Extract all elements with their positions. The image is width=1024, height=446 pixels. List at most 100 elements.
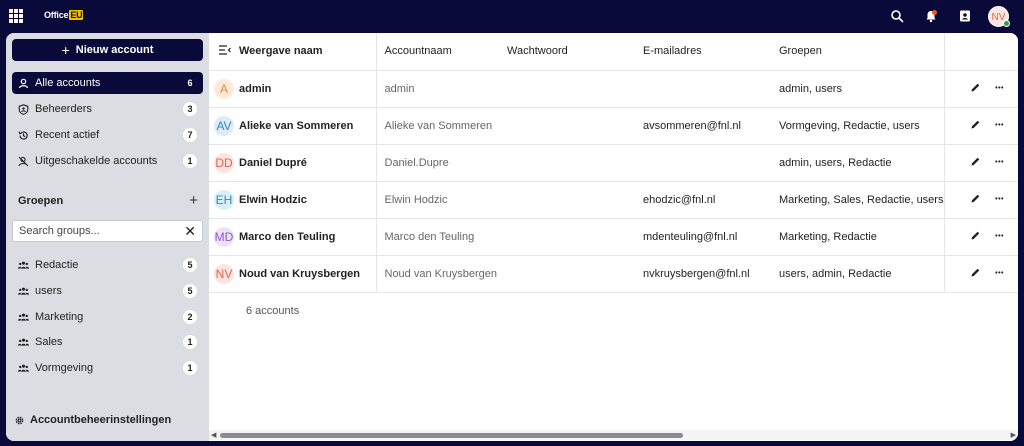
cell-account-name: Marco den Teuling: [376, 218, 507, 256]
more-options-icon[interactable]: •••: [995, 270, 1004, 277]
cell-account-name: Noud van Kruysbergen: [376, 255, 507, 293]
group-item-redactie[interactable]: Redactie 5: [12, 254, 203, 276]
notification-dot: [932, 10, 937, 15]
user-avatar[interactable]: NV: [988, 6, 1010, 27]
cell-email: [643, 144, 779, 182]
table-row[interactable]: MD Marco den Teuling Marco den Teuling mden…: [209, 218, 1018, 256]
column-header-display-name[interactable]: Weergave naam: [239, 33, 377, 71]
scroll-left-icon[interactable]: ◀: [211, 431, 216, 439]
more-options-icon[interactable]: •••: [995, 122, 1004, 129]
edit-pencil-icon[interactable]: [970, 230, 981, 244]
close-icon[interactable]: ✕: [184, 224, 196, 238]
avatar: EH: [214, 189, 234, 210]
table-row[interactable]: AV Alieke van Sommeren Alieke van Sommeren…: [209, 107, 1018, 145]
apps-grid-icon[interactable]: [9, 9, 23, 23]
cell-display-name: Noud van Kruysbergen: [239, 255, 377, 293]
plus-icon: +: [61, 42, 70, 58]
group-item-vormgeving[interactable]: Vormgeving 1: [12, 357, 203, 379]
add-group-icon[interactable]: +: [189, 193, 198, 208]
cell-email: mdenteuling@fnl.nl: [643, 218, 779, 256]
avatar: DD: [214, 152, 234, 173]
cell-groups: Vormgeving, Redactie, users: [779, 107, 945, 145]
cell-account-name: admin: [376, 70, 507, 108]
cell-groups: Marketing, Redactie: [779, 218, 945, 256]
cell-display-name: Elwin Hodzic: [239, 181, 377, 219]
account-settings-link[interactable]: Accountbeheerinstellingen: [14, 414, 171, 426]
scroll-right-icon[interactable]: ▶: [1011, 431, 1016, 439]
nav-admins[interactable]: Beheerders 3: [12, 98, 203, 120]
edit-pencil-icon[interactable]: [970, 267, 981, 281]
nav-recent-active[interactable]: Recent actief 7: [12, 124, 203, 146]
count-badge: 3: [183, 102, 197, 116]
column-header-actions: [944, 33, 1018, 71]
groups-header: Groepen +: [18, 193, 198, 208]
accounts-count: 6 accounts: [246, 305, 300, 317]
search-icon[interactable]: [890, 9, 904, 23]
cell-display-name: Marco den Teuling: [239, 218, 377, 256]
cell-password: [507, 144, 643, 182]
more-options-icon[interactable]: •••: [995, 196, 1004, 203]
nav-disabled-accounts[interactable]: Uitgeschakelde accounts 1: [12, 150, 203, 172]
column-header-account-name[interactable]: Accountnaam: [376, 33, 507, 71]
count-badge: 2: [183, 310, 197, 324]
gear-icon: [15, 416, 24, 424]
column-header-email[interactable]: E-mailadres: [643, 33, 779, 71]
group-item-sales[interactable]: Sales 1: [12, 331, 203, 353]
horizontal-scrollbar[interactable]: ◀ ▶: [209, 430, 1018, 440]
edit-pencil-icon[interactable]: [970, 193, 981, 207]
new-account-button[interactable]: + Nieuw account: [12, 39, 203, 61]
toggle-sidebar-icon[interactable]: [209, 33, 239, 71]
scrollbar-thumb[interactable]: [220, 433, 683, 438]
group-icon: [18, 337, 29, 348]
user-off-icon: [18, 156, 29, 167]
avatar: NV: [214, 263, 234, 284]
group-item-users[interactable]: users 5: [12, 280, 203, 302]
cell-password: [507, 181, 643, 219]
cell-password: [507, 255, 643, 293]
count-badge: 7: [183, 128, 197, 142]
group-icon: [18, 312, 29, 323]
cell-password: [507, 218, 643, 256]
group-search-input[interactable]: [19, 225, 185, 237]
cell-display-name: admin: [239, 70, 377, 108]
cell-account-name: Daniel.Dupre: [376, 144, 507, 182]
group-item-marketing[interactable]: Marketing 2: [12, 306, 203, 328]
sidebar: + Nieuw account Alle accounts 6 Beheerde…: [6, 33, 209, 441]
avatar: A: [214, 78, 234, 99]
nav-all-accounts[interactable]: Alle accounts 6: [12, 72, 203, 94]
more-options-icon[interactable]: •••: [995, 85, 1004, 92]
cell-account-name: Alieke van Sommeren: [376, 107, 507, 145]
count-badge: 1: [183, 154, 197, 168]
cell-groups: admin, users: [779, 70, 945, 108]
edit-pencil-icon[interactable]: [970, 119, 981, 133]
column-header-password[interactable]: Wachtwoord: [507, 33, 643, 71]
edit-pencil-icon[interactable]: [970, 82, 981, 96]
accounts-main: Weergave naam Accountnaam Wachtwoord E-m…: [209, 33, 1018, 441]
cell-groups: users, admin, Redactie: [779, 255, 945, 293]
more-options-icon[interactable]: •••: [995, 159, 1004, 166]
column-header-groups[interactable]: Groepen: [779, 33, 945, 71]
cell-password: [507, 70, 643, 108]
cell-groups: Marketing, Sales, Redactie, users: [779, 181, 945, 219]
history-icon: [18, 130, 29, 141]
cell-groups: admin, users, Redactie: [779, 144, 945, 182]
online-status-dot: [1003, 20, 1010, 27]
table-row[interactable]: Aadmin admin admin, users •••: [209, 70, 1018, 108]
brand-logo[interactable]: Office EU: [44, 10, 84, 20]
cell-display-name: Daniel Dupré: [239, 144, 377, 182]
table-row[interactable]: NV Noud van Kruysbergen Noud van Kruysberg…: [209, 255, 1018, 293]
groups-title: Groepen: [18, 194, 64, 207]
contacts-icon[interactable]: [958, 9, 972, 23]
group-icon: [18, 286, 29, 297]
table-row[interactable]: DD Daniel Dupré Daniel.Dupre admin, users, …: [209, 144, 1018, 182]
more-options-icon[interactable]: •••: [995, 233, 1004, 240]
edit-pencil-icon[interactable]: [970, 156, 981, 170]
app-shell: + Nieuw account Alle accounts 6 Beheerde…: [6, 33, 1018, 441]
count-badge: 1: [183, 335, 197, 349]
count-badge: 5: [183, 284, 197, 298]
cell-email: [643, 70, 779, 108]
table-header-row: Weergave naam Accountnaam Wachtwoord E-m…: [209, 33, 1018, 71]
table-row[interactable]: EH Elwin Hodzic Elwin Hodzic ehodzic@fnl.nl…: [209, 181, 1018, 219]
cell-email: avsommeren@fnl.nl: [643, 107, 779, 145]
count-badge: 5: [183, 258, 197, 272]
